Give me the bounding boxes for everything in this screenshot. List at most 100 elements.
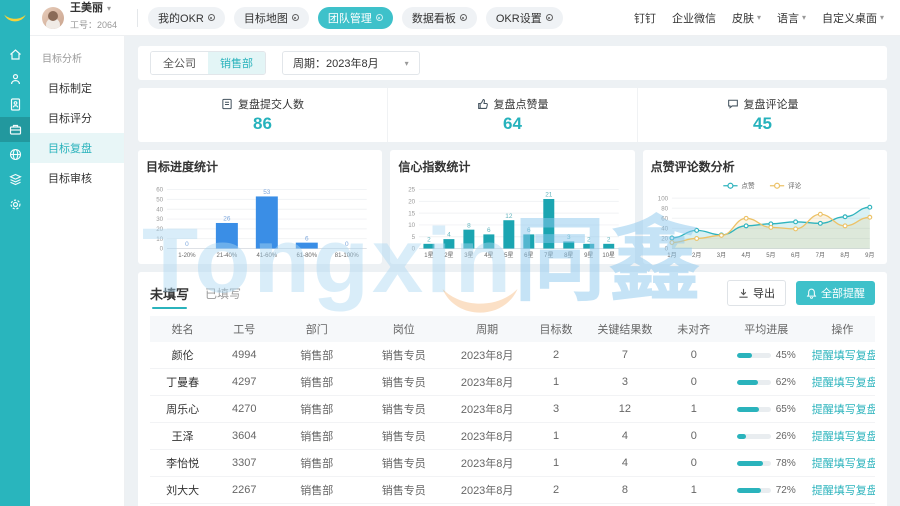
svg-text:10星: 10星 [603,252,616,259]
tab-okr-settings[interactable]: OKR设置 [486,7,563,29]
cell-key-results: 4 [585,423,665,450]
svg-text:5: 5 [412,234,416,241]
svg-text:0: 0 [160,246,164,253]
cell-dept: 销售部 [273,396,360,423]
svg-text:1-20%: 1-20% [178,253,196,259]
cell-progress: 26% [723,423,810,450]
cell-progress: 65% [723,396,810,423]
progress-bar [737,434,771,439]
remind-fill-review-link[interactable]: 提醒填写复盘 [812,404,875,416]
svg-text:12: 12 [506,213,514,220]
chart-likes-comments: 点赞评论数分析 020406080100点赞评论1月2月3月4月5月6月7月8月… [643,150,887,264]
svg-text:6月: 6月 [791,252,800,259]
cell-progress: 78% [723,450,810,477]
cell-position: 销售专员 [360,369,447,396]
col-goals: 目标数 [527,316,585,342]
remind-all-button[interactable]: 全部提醒 [796,281,875,305]
sidebar-item-goal-scoring[interactable]: 目标评分 [30,103,124,133]
cell-emp-id: 4297 [215,369,273,396]
sidebar-item-goal-review[interactable]: 目标复盘 [30,133,124,163]
download-icon [738,288,749,299]
progress-bar [737,461,771,466]
tab-my-okr[interactable]: 我的OKR [148,7,225,29]
svg-text:40: 40 [156,206,163,213]
cell-unaligned: 0 [665,450,723,477]
sidebar: 目标分析 目标制定 目标评分 目标复盘 目标审核 [30,36,125,506]
table-body: 颜伦4994销售部销售专员2023年8月27045%提醒填写复盘丁曼春4297销… [150,342,875,506]
svg-text:26: 26 [223,216,231,223]
progress-bar [737,353,771,358]
cell-period: 2023年8月 [447,342,527,369]
tab-team-management[interactable]: 团队管理 [318,7,393,29]
skin-dropdown[interactable]: 皮肤▾ [732,10,761,26]
tab-not-filled[interactable]: 未填写 [150,284,189,303]
table-header-row: 姓名 工号 部门 岗位 周期 目标数 关键结果数 未对齐 平均进展 操作 [150,316,875,342]
svg-text:4月: 4月 [741,252,750,259]
col-actions: 操作 [810,316,875,342]
svg-text:20: 20 [661,236,668,243]
svg-text:40: 40 [661,226,668,233]
table-row: 周乐心4270销售部销售专员2023年8月312165%提醒填写复盘 [150,396,875,423]
rail-home[interactable] [0,42,30,67]
table-row: 李怡悦3307销售部销售专员2023年8月14078%提醒填写复盘 [150,450,875,477]
export-button[interactable]: 导出 [727,280,786,306]
col-emp-id: 工号 [215,316,273,342]
tab-goal-map[interactable]: 目标地图 [234,7,309,29]
cell-action: 提醒填写复盘 [810,423,875,450]
tab-data-dashboard[interactable]: 数据看板 [402,7,477,29]
cell-goals: 2 [527,342,585,369]
divider [137,9,138,27]
progress-bar [737,488,771,493]
period-select[interactable]: 周期：2023年8月 ▾ [282,51,420,75]
cell-progress: 45% [723,342,810,369]
cell-position: 销售专员 [360,423,447,450]
cell-key-results: 8 [585,477,665,504]
rail-briefcase[interactable] [0,117,30,142]
cell-progress: 72% [723,477,810,504]
tab-ring-icon [208,14,215,21]
svg-text:9星: 9星 [584,252,593,259]
svg-text:6: 6 [527,227,531,234]
rail-members[interactable] [0,67,30,92]
rail-globe[interactable] [0,142,30,167]
chevron-down-icon: ▾ [107,4,111,13]
cell-progress: 62% [723,369,810,396]
remind-fill-review-link[interactable]: 提醒填写复盘 [812,458,875,470]
dingtalk-link[interactable]: 钉钉 [634,10,656,26]
svg-text:0: 0 [412,246,416,253]
scope-sales-dept[interactable]: 销售部 [208,52,265,74]
rail-settings[interactable] [0,192,30,217]
document-icon [8,97,23,112]
table-row: 丁曼春4297销售部销售专员2023年8月13062%提醒填写复盘 [150,369,875,396]
remind-fill-review-link[interactable]: 提醒填写复盘 [812,485,875,497]
svg-text:2月: 2月 [692,252,701,259]
wecom-link[interactable]: 企业微信 [672,10,716,26]
icon-rail [0,36,30,506]
cell-key-results: 3 [585,369,665,396]
svg-text:3星: 3星 [465,252,474,259]
app-logo[interactable] [0,0,30,36]
svg-text:1月: 1月 [667,252,676,259]
tab-filled[interactable]: 已填写 [205,285,241,302]
svg-text:60: 60 [156,187,163,194]
svg-text:评论: 评论 [788,181,802,190]
language-dropdown[interactable]: 语言▾ [777,10,806,26]
remind-fill-review-link[interactable]: 提醒填写复盘 [812,431,875,443]
remind-fill-review-link[interactable]: 提醒填写复盘 [812,377,875,389]
custom-desktop-dropdown[interactable]: 自定义桌面▾ [822,10,884,26]
members-icon [8,72,23,87]
rail-documents[interactable] [0,92,30,117]
user-profile[interactable]: 王美丽▾ 工号：2064 [30,2,127,33]
cell-name: 周乐心 [150,396,215,423]
tab-ring-icon [292,14,299,21]
remind-fill-review-link[interactable]: 提醒填写复盘 [812,350,875,362]
rail-layers[interactable] [0,167,30,192]
col-name: 姓名 [150,316,215,342]
sidebar-item-goal-setting[interactable]: 目标制定 [30,73,124,103]
svg-text:15: 15 [409,210,416,217]
cell-action: 提醒填写复盘 [810,450,875,477]
filter-bar: 全公司 销售部 周期：2023年8月 ▾ [138,46,887,80]
svg-text:21: 21 [546,192,554,199]
sidebar-item-goal-audit[interactable]: 目标审核 [30,163,124,193]
scope-all-company[interactable]: 全公司 [151,52,208,74]
